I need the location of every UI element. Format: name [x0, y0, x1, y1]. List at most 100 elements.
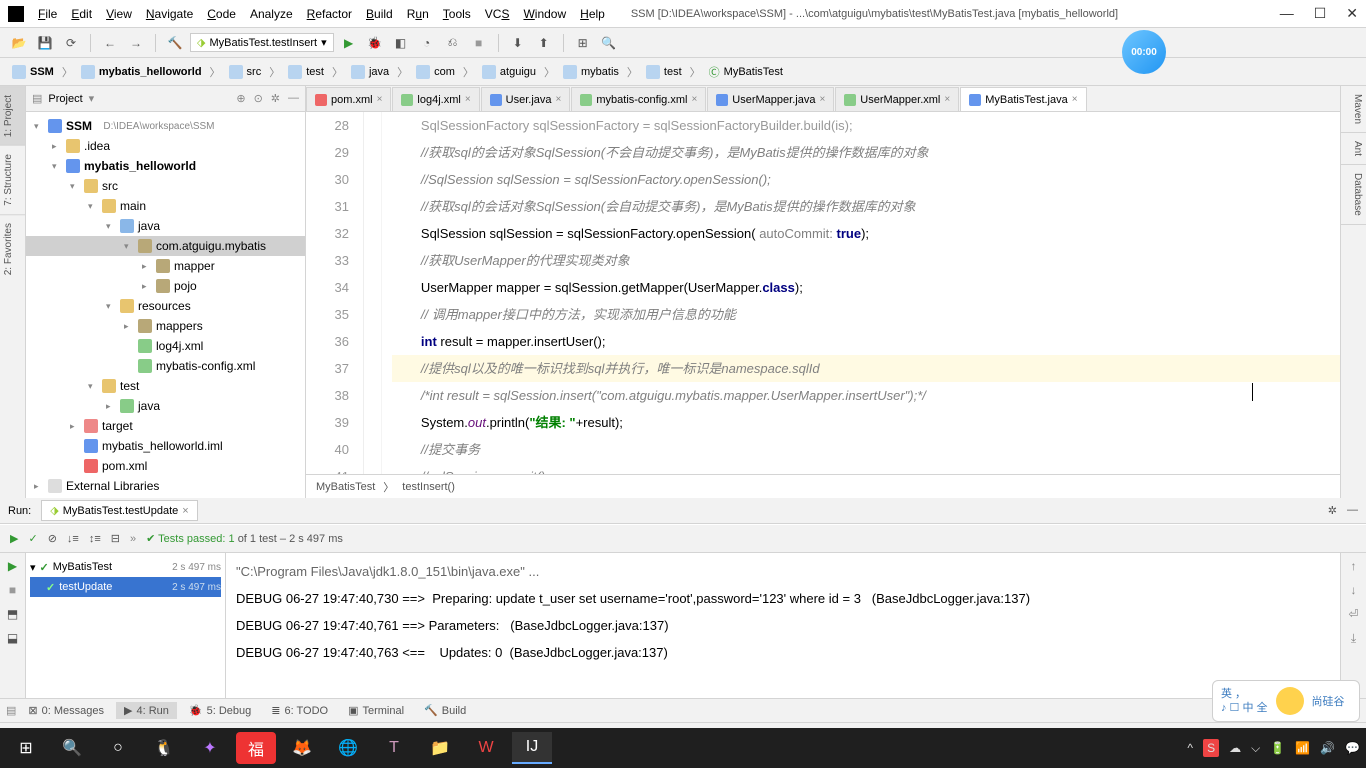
- menu-code[interactable]: Code: [201, 4, 242, 24]
- tab-umx[interactable]: UserMapper.xml×: [835, 87, 959, 111]
- btab-todo[interactable]: ≣ 6: TODO: [263, 702, 336, 719]
- crumb-module[interactable]: mybatis_helloworld: [77, 63, 206, 81]
- rerun-icon[interactable]: ▶: [10, 532, 18, 545]
- tab-favorites[interactable]: 2: Favorites: [0, 214, 25, 283]
- tree-target[interactable]: ▸target: [26, 416, 305, 436]
- rerun2-icon[interactable]: ▶: [8, 559, 17, 573]
- tab-ant[interactable]: Ant: [1341, 133, 1366, 165]
- project-tree[interactable]: ▾SSM D:\IDEA\workspace\SSM ▸.idea ▾mybat…: [26, 112, 305, 498]
- tree-testjava[interactable]: ▸java: [26, 396, 305, 416]
- btab-debug[interactable]: 🐞 5: Debug: [181, 702, 259, 719]
- crumb-method[interactable]: testInsert(): [402, 481, 455, 493]
- explorer-icon[interactable]: 📁: [420, 732, 460, 764]
- pin-icon[interactable]: ⬒: [7, 607, 18, 621]
- menu-vcs[interactable]: VCS: [479, 4, 516, 24]
- stop-icon[interactable]: ■: [468, 32, 490, 54]
- menu-help[interactable]: Help: [574, 4, 611, 24]
- app1-icon[interactable]: 🐧: [144, 732, 184, 764]
- filter-icon[interactable]: ⊘: [48, 532, 57, 545]
- wrap-icon[interactable]: ⏎: [1348, 607, 1358, 621]
- tab-test[interactable]: MyBatisTest.java×: [960, 87, 1086, 111]
- tree-root[interactable]: ▾SSM D:\IDEA\workspace\SSM: [26, 116, 305, 136]
- up-icon[interactable]: ↑: [1351, 559, 1357, 573]
- idea-icon[interactable]: IJ: [512, 732, 552, 764]
- btab-run[interactable]: ▶ 4: Run: [116, 702, 177, 719]
- code-content[interactable]: SqlSessionFactory sqlSessionFactory = sq…: [382, 112, 1340, 474]
- sort2-icon[interactable]: ↕≡: [89, 533, 101, 545]
- open-icon[interactable]: 📂: [8, 32, 30, 54]
- test-item[interactable]: ✓testUpdate2 s 497 ms: [30, 577, 221, 597]
- tree-src[interactable]: ▾src: [26, 176, 305, 196]
- coverage-icon[interactable]: ◧: [390, 32, 412, 54]
- tree-mbcfg[interactable]: mybatis-config.xml: [26, 356, 305, 376]
- locate-icon[interactable]: ⊙: [254, 92, 263, 105]
- save-icon[interactable]: 💾: [34, 32, 56, 54]
- tree-log4j[interactable]: log4j.xml: [26, 336, 305, 356]
- battery-icon[interactable]: 🔋: [1270, 741, 1285, 755]
- vcs-update-icon[interactable]: ⬇: [507, 32, 529, 54]
- app2-icon[interactable]: ✦: [190, 732, 230, 764]
- crumb-ssm[interactable]: SSM: [8, 63, 58, 81]
- test-root[interactable]: ▾✓MyBatisTest2 s 497 ms: [30, 557, 221, 577]
- run-settings-icon[interactable]: ✲: [1328, 504, 1337, 517]
- attach-icon[interactable]: ⎌: [442, 32, 464, 54]
- start-button[interactable]: ⊞: [6, 732, 46, 764]
- tree-pom[interactable]: pom.xml: [26, 456, 305, 476]
- chrome-icon[interactable]: 🌐: [328, 732, 368, 764]
- wifi-icon[interactable]: 📶: [1295, 741, 1310, 755]
- timer-widget[interactable]: 00:00: [1122, 30, 1166, 74]
- search-button[interactable]: 🔍: [52, 732, 92, 764]
- crumb-test[interactable]: test: [284, 63, 328, 81]
- notif-icon[interactable]: 💬: [1345, 741, 1360, 755]
- tree-iml[interactable]: mybatis_helloworld.iml: [26, 436, 305, 456]
- tray-up-icon[interactable]: ^: [1187, 741, 1193, 755]
- app3-icon[interactable]: 福: [236, 732, 276, 764]
- tree-resources[interactable]: ▾resources: [26, 296, 305, 316]
- crumb-testpkg[interactable]: test: [642, 63, 686, 81]
- tree-mapper[interactable]: ▸mapper: [26, 256, 305, 276]
- ime-widget[interactable]: 英 ，♪ ☐ 中 全 尚硅谷: [1212, 680, 1360, 722]
- collapse-icon[interactable]: ⊕: [236, 92, 245, 105]
- close-button[interactable]: ✕: [1346, 5, 1358, 22]
- tree-pojo[interactable]: ▸pojo: [26, 276, 305, 296]
- menu-view[interactable]: View: [100, 4, 138, 24]
- exit-icon[interactable]: ⬓: [7, 631, 18, 645]
- crumb-mybatis[interactable]: mybatis: [559, 63, 623, 81]
- hide-icon[interactable]: —: [288, 92, 299, 105]
- stop2-icon[interactable]: ■: [9, 583, 16, 597]
- tab-maven[interactable]: Maven: [1341, 86, 1366, 133]
- menu-tools[interactable]: Tools: [437, 4, 477, 24]
- debug-icon[interactable]: 🐞: [364, 32, 386, 54]
- run-icon[interactable]: ▶: [338, 32, 360, 54]
- tab-structure[interactable]: 7: Structure: [0, 145, 25, 214]
- toggle-icon[interactable]: ✓: [28, 532, 37, 545]
- btab-messages[interactable]: ⊠ 0: Messages: [20, 702, 112, 719]
- bt-icon[interactable]: ⌵: [1251, 741, 1260, 756]
- scroll-icon[interactable]: ⤓: [1351, 631, 1356, 646]
- minimize-button[interactable]: —: [1280, 5, 1294, 22]
- run-config-dropdown[interactable]: ⬗MyBatisTest.testInsert▾: [190, 33, 334, 52]
- tab-database[interactable]: Database: [1341, 165, 1366, 225]
- tab-user[interactable]: User.java×: [481, 87, 571, 111]
- volume-icon[interactable]: 🔊: [1320, 741, 1335, 755]
- menu-refactor[interactable]: Refactor: [301, 4, 358, 24]
- system-tray[interactable]: ^ S ☁ ⌵ 🔋 📶 🔊 💬: [1187, 739, 1360, 757]
- sort-icon[interactable]: ↓≡: [67, 533, 79, 545]
- profile-icon[interactable]: ◔: [416, 32, 438, 54]
- tree-idea[interactable]: ▸.idea: [26, 136, 305, 156]
- down-icon[interactable]: ↓: [1351, 583, 1357, 597]
- code-editor[interactable]: 2829303132333435363738394041 SqlSessionF…: [306, 112, 1340, 474]
- maximize-button[interactable]: ☐: [1314, 5, 1327, 22]
- crumb-java[interactable]: java: [347, 63, 393, 81]
- crumb-class[interactable]: MyBatisTest: [316, 481, 375, 493]
- crumb-class[interactable]: ⒸMyBatisTest: [705, 62, 787, 82]
- run-tab[interactable]: ⬗MyBatisTest.testUpdate×: [41, 500, 197, 521]
- tab-mbcfg[interactable]: mybatis-config.xml×: [571, 87, 706, 111]
- crumb-com[interactable]: com: [412, 63, 459, 81]
- firefox-icon[interactable]: 🦊: [282, 732, 322, 764]
- menu-edit[interactable]: Edit: [65, 4, 98, 24]
- btab-build[interactable]: 🔨 Build: [416, 702, 474, 719]
- tree-pkg[interactable]: ▾com.atguigu.mybatis: [26, 236, 305, 256]
- crumb-src[interactable]: src: [225, 63, 266, 81]
- app4-icon[interactable]: T: [374, 732, 414, 764]
